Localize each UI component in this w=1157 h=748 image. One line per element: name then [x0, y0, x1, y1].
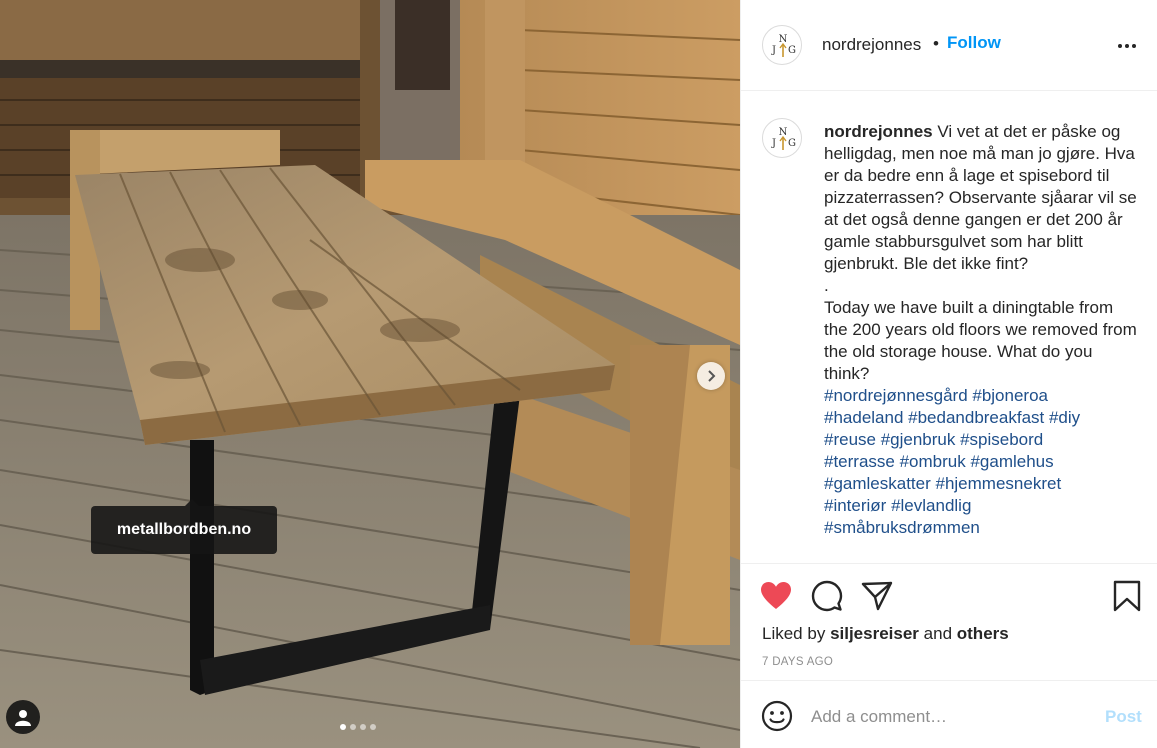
- header-username[interactable]: nordrejonnes: [822, 35, 921, 55]
- caption-section: N J G nordrejonnes Vi vet at det er påsk…: [741, 92, 1157, 562]
- liked-by-prefix: Liked by: [762, 624, 826, 643]
- share-button[interactable]: [860, 579, 894, 613]
- comment-form: Post: [741, 682, 1157, 748]
- liked-by-and: and: [923, 624, 953, 643]
- njg-logo-icon: N J G: [771, 127, 796, 150]
- svg-text:G: G: [788, 45, 796, 56]
- comment-button[interactable]: [810, 579, 844, 613]
- more-dot: [1118, 44, 1122, 48]
- svg-text:G: G: [788, 138, 796, 149]
- post-timestamp[interactable]: 7 DAYS AGO: [762, 656, 833, 668]
- bookmark-icon: [1113, 580, 1141, 612]
- carousel-dot: [360, 724, 366, 730]
- more-options-button[interactable]: [1118, 36, 1140, 56]
- carousel-dot: [350, 724, 356, 730]
- carousel-indicator: [340, 724, 376, 730]
- post-side-panel: N J G nordrejonnes • Follow N J G nordre…: [740, 0, 1157, 748]
- user-icon: [15, 710, 31, 726]
- post-comment-button[interactable]: Post: [1105, 707, 1142, 727]
- carousel-dot: [370, 724, 376, 730]
- tagged-users-button[interactable]: [6, 700, 40, 734]
- carousel-next-button[interactable]: [697, 362, 725, 390]
- table-photo-image: [0, 0, 740, 748]
- avatar[interactable]: N J G: [762, 25, 802, 65]
- comment-bubble-icon: [811, 580, 843, 612]
- save-button[interactable]: [1110, 579, 1144, 613]
- caption-hashtags[interactable]: #nordrejønnesgård #bjoneroa #hadeland #b…: [824, 386, 1080, 537]
- emoji-button[interactable]: [761, 700, 793, 732]
- post-actions: Liked by siljesreiser and others 7 DAYS …: [741, 563, 1157, 681]
- svg-text:J: J: [771, 45, 776, 56]
- post-photo[interactable]: metallbordben.no: [0, 0, 740, 748]
- more-dot: [1125, 44, 1129, 48]
- chevron-right-icon: [708, 370, 716, 382]
- like-button[interactable]: [759, 579, 793, 613]
- liked-by-text: Liked by siljesreiser and others: [762, 624, 1009, 644]
- follow-button[interactable]: Follow: [947, 33, 1001, 53]
- product-tag-bubble[interactable]: metallbordben.no: [91, 499, 277, 554]
- caption-avatar[interactable]: N J G: [762, 118, 802, 158]
- caption-username[interactable]: nordrejonnes: [824, 122, 933, 141]
- header-separator: •: [933, 34, 939, 53]
- caption-body: Vi vet at det er påske og helligdag, men…: [824, 122, 1137, 383]
- svg-text:J: J: [771, 138, 776, 149]
- caption-text: nordrejonnes Vi vet at det er påske og h…: [824, 121, 1139, 539]
- liked-by-others-link[interactable]: others: [957, 624, 1009, 643]
- carousel-dot: [340, 724, 346, 730]
- post-header: N J G nordrejonnes • Follow: [741, 0, 1157, 91]
- smiley-icon: [761, 700, 793, 732]
- comment-input[interactable]: [811, 704, 1091, 730]
- njg-logo-icon: N J G: [771, 34, 796, 57]
- heart-icon: [761, 582, 791, 609]
- more-dot: [1132, 44, 1136, 48]
- liked-by-user-link[interactable]: siljesreiser: [830, 624, 919, 643]
- paper-plane-icon: [861, 581, 893, 611]
